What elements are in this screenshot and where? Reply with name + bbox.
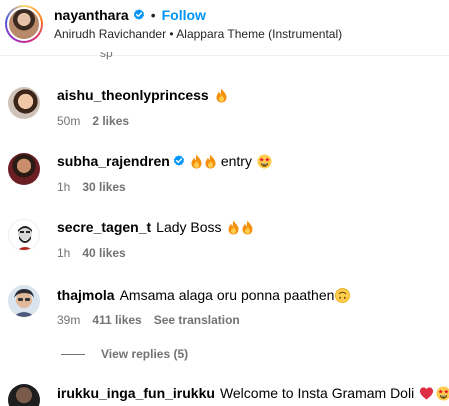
comment-meta: 1h 40 likes [57,246,126,260]
comment-meta: 50m 2 likes [57,114,129,128]
comment-meta: 39m 411 likes See translation [57,313,240,327]
audio-attribution[interactable]: Anirudh Ravichander • Alappara Theme (In… [54,27,342,41]
comment-text: entry [220,153,252,169]
comment-username[interactable]: thajmola [57,287,115,303]
comment-meta: 1h 30 likes [57,180,126,194]
comment-body: subha_rajendren entry [57,153,272,169]
upside-down-face-emoji-icon [335,288,350,303]
comment-text: Welcome to Insta Gramam Doli [219,385,415,401]
separator-dot: • [150,7,156,23]
comment-body: aishu_theonlyprincess [57,87,228,103]
commenter-avatar[interactable] [8,285,40,317]
view-replies-button[interactable]: View replies (5) [61,346,188,362]
comment-time[interactable]: 50m [57,114,80,128]
comment-likes[interactable]: 30 likes [82,180,125,194]
header-name-row: nayanthara • Follow [54,5,206,25]
view-replies-label: View replies (5) [101,347,189,361]
commenter-avatar[interactable] [8,153,40,185]
comment-body: thajmola Amsama alaga oru ponna paathen [57,287,350,303]
comment-text: Lady Boss [156,219,222,235]
author-username[interactable]: nayanthara [54,7,129,23]
verified-badge-icon [173,155,185,167]
clipped-text: sp [100,52,113,60]
comment-text: Amsama alaga oru ponna paathen [119,287,335,303]
fire-emoji-icon [190,154,203,169]
comment-time[interactable]: 1h [57,180,70,194]
star-struck-emoji-icon [257,154,272,169]
comment-time[interactable]: 1h [57,246,70,260]
comment-time[interactable]: 39m [57,313,80,327]
fire-emoji-icon [215,88,228,103]
comment-username[interactable]: secre_tagen_t [57,219,151,235]
author-avatar[interactable] [5,5,43,43]
star-struck-emoji-icon [436,386,449,401]
fire-emoji-icon [204,154,217,169]
comment-likes[interactable]: 411 likes [92,313,141,327]
follow-button[interactable]: Follow [162,7,206,23]
comment-likes[interactable]: 40 likes [82,246,125,260]
see-translation-link[interactable]: See translation [154,313,240,327]
comment-body: secre_tagen_t Lady Boss [57,219,254,235]
comment-username[interactable]: subha_rajendren [57,153,170,169]
commenter-avatar[interactable] [8,219,40,251]
red-heart-emoji-icon [419,386,434,401]
author-avatar-image [7,7,41,41]
commenter-avatar[interactable] [8,87,40,119]
fire-emoji-icon [227,220,240,235]
commenter-avatar[interactable] [8,384,40,406]
fire-emoji-icon [241,220,254,235]
comment-username[interactable]: aishu_theonlyprincess [57,87,209,103]
commenter-avatar-image [13,289,35,317]
comment-body: irukku_inga_fun_irukku Welcome to Insta … [57,385,449,401]
clipped-previous-comment: sp [100,52,190,62]
post-header: nayanthara • Follow Anirudh Ravichander … [0,0,449,56]
comment-likes[interactable]: 2 likes [92,114,129,128]
commenter-avatar-image [17,226,33,250]
verified-badge-icon [133,9,145,21]
comment-username[interactable]: irukku_inga_fun_irukku [57,385,215,401]
replies-divider-line [61,353,85,355]
